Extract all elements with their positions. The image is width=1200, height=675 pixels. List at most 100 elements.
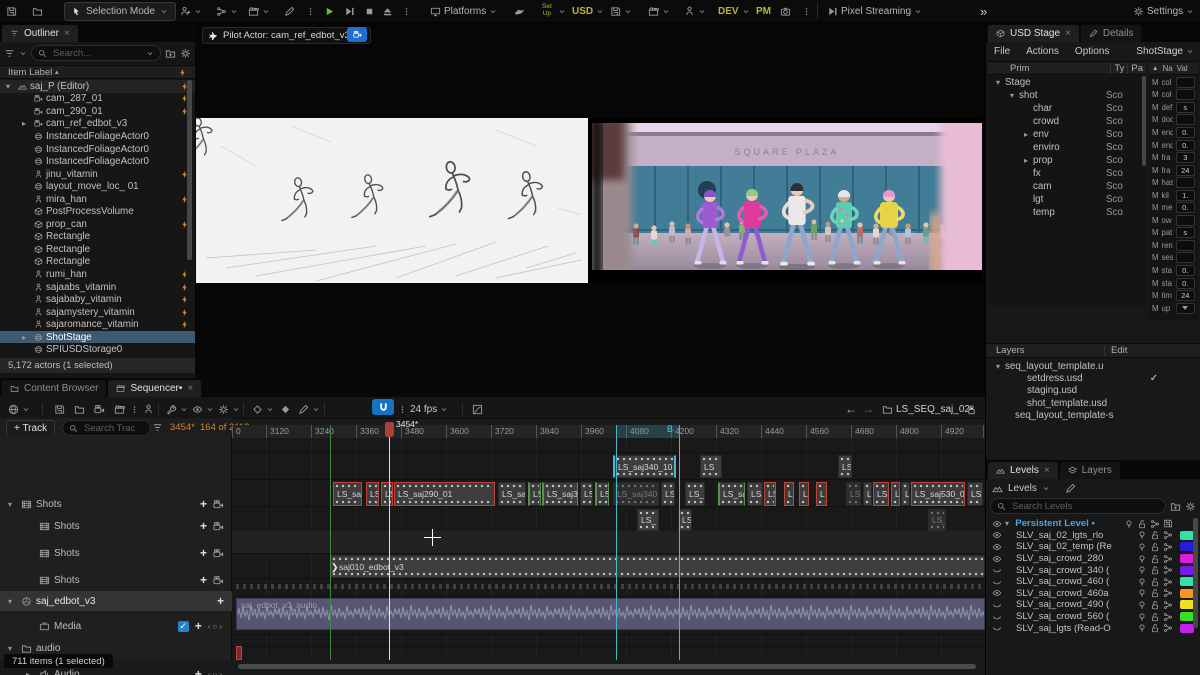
add-section-button[interactable]: + (200, 519, 207, 533)
level-color-swatch[interactable] (1180, 600, 1194, 609)
lock-icon[interactable] (1137, 519, 1147, 529)
shot-clip[interactable]: LS (700, 455, 722, 478)
metadata-value[interactable] (1176, 215, 1195, 226)
outliner-row[interactable]: Rectangle (0, 243, 195, 256)
shot-clip[interactable]: LS_ (928, 509, 946, 531)
metadata-value[interactable]: 1. (1176, 190, 1195, 201)
add-section-button[interactable]: + (217, 594, 224, 608)
track-row[interactable]: ▾ saj_edbot_v3 + ‹○› (0, 591, 232, 611)
metadata-row[interactable]: M col (1149, 89, 1198, 102)
render-movie-button[interactable] (114, 401, 125, 417)
metadata-row[interactable]: M tim 24 (1149, 289, 1198, 302)
lock-icon[interactable] (1150, 588, 1160, 598)
save-button[interactable] (6, 3, 17, 19)
edit-target-check[interactable]: ✓ (1150, 373, 1158, 384)
attr-header[interactable]: ▲ Na Val (1149, 61, 1198, 75)
close-icon[interactable]: × (1044, 465, 1050, 476)
level-row[interactable]: SLV_saj_crowd_460 ( (986, 576, 1194, 588)
visibility-eye-icon[interactable] (992, 530, 1002, 540)
playback-options-dropdown[interactable] (218, 401, 240, 417)
snap-options-icon[interactable] (398, 401, 407, 417)
outliner-row[interactable]: InstancedFoliageActor0 (0, 155, 195, 168)
prim-row[interactable]: ▸ env Sco (988, 128, 1146, 141)
outliner-row[interactable]: SPIUSDStorage0 (0, 343, 195, 356)
setup-chevron-icon[interactable] (558, 3, 566, 19)
search-options-chevron-icon[interactable] (146, 50, 154, 57)
shot-clip[interactable]: LS_saj290_01 (394, 482, 495, 506)
outliner-search-input[interactable] (51, 47, 142, 60)
outliner-search[interactable] (31, 45, 161, 61)
close-icon[interactable]: × (187, 383, 193, 394)
metadata-value[interactable] (1176, 252, 1195, 263)
tab-usd-stage[interactable]: USD Stage × (988, 25, 1079, 42)
levels-search-input[interactable] (1010, 500, 1159, 513)
metadata-row[interactable]: M pat s (1149, 227, 1198, 240)
fps-dropdown[interactable]: 24 fps (410, 401, 448, 417)
shot-tools-dropdown[interactable] (648, 3, 670, 19)
outliner-settings-icon[interactable] (180, 48, 191, 59)
outliner-row[interactable]: InstancedFoliageActor0 (0, 143, 195, 156)
outliner-row[interactable]: ▸ ShotStage (0, 331, 195, 344)
metadata-value[interactable]: s (1176, 102, 1195, 113)
toolbar-expand-chevrons[interactable]: » (980, 3, 987, 19)
add-section-button[interactable]: + (195, 619, 202, 633)
add-actor-dropdown[interactable] (180, 3, 202, 19)
shot-clip[interactable]: LS_ (661, 482, 675, 506)
keyframe-nav-icons[interactable]: ‹○› (208, 622, 224, 631)
track-row[interactable]: Media ✓ + ‹○› (0, 616, 232, 636)
outliner-row[interactable]: ▾ saj_P (Editor) (0, 80, 195, 93)
add-section-button[interactable]: + (200, 497, 207, 511)
track-row[interactable]: Shots + ‹○› (0, 543, 232, 563)
outliner-row[interactable]: mira_han (0, 193, 195, 206)
level-row[interactable]: SLV_saj_crowd_340 ( (986, 564, 1194, 576)
metadata-row[interactable]: M fra 24 (1149, 164, 1198, 177)
selection-mode-dropdown[interactable]: Selection Mode (64, 2, 176, 21)
shot-clip[interactable]: LS (846, 482, 861, 506)
level-color-swatch[interactable] (1180, 624, 1194, 633)
nav-forward-button[interactable]: → (862, 401, 874, 417)
tab-levels[interactable]: Levels × (988, 462, 1058, 479)
outliner-row[interactable]: prop_can (0, 218, 195, 231)
shot-clip[interactable]: LS (595, 482, 609, 506)
lighting-scenario-icon[interactable] (1137, 612, 1147, 622)
visibility-eye-icon[interactable] (992, 588, 1002, 598)
level-color-swatch[interactable] (1180, 577, 1194, 586)
save-tools-dropdown[interactable] (610, 3, 632, 19)
lock-icon[interactable] (1150, 542, 1160, 552)
metadata-row[interactable]: M ow (1149, 214, 1198, 227)
usd-layer-row[interactable]: seq_layout_template-s (986, 409, 1200, 421)
shot-clip[interactable]: L (863, 482, 872, 506)
tab-outliner[interactable]: Outliner × (2, 25, 78, 42)
lock-icon[interactable] (1150, 612, 1160, 622)
visibility-eye-icon[interactable] (992, 519, 1002, 529)
blueprint-icon[interactable] (1163, 588, 1173, 598)
add-track-button[interactable]: + Track (6, 420, 55, 437)
metadata-value[interactable]: 0. (1176, 140, 1195, 151)
prim-header[interactable]: Prim Ty Pa (988, 61, 1146, 75)
tab-details[interactable]: Details (1081, 25, 1142, 42)
metadata-row[interactable]: M sta 0. (1149, 277, 1198, 290)
add-section-button[interactable]: + (200, 573, 207, 587)
metadata-value[interactable]: 0. (1176, 127, 1195, 138)
levels-search[interactable] (990, 498, 1166, 514)
screenshot-button[interactable] (780, 3, 791, 19)
outliner-row[interactable]: ▸ cam_ref_edbot_v3 (0, 118, 195, 131)
metadata-value[interactable] (1176, 89, 1195, 100)
metadata-row[interactable]: M up (1149, 302, 1198, 315)
metadata-row[interactable]: M ren (1149, 239, 1198, 252)
blueprint-icon[interactable] (1163, 612, 1173, 622)
level-color-swatch[interactable] (1180, 519, 1194, 528)
capture-options-icon[interactable] (802, 3, 811, 19)
shot-clip[interactable]: LS (764, 482, 776, 506)
stop-button[interactable] (364, 3, 375, 19)
lighting-scenario-icon[interactable] (1137, 577, 1147, 587)
camera-view-button[interactable] (347, 27, 367, 42)
visibility-eye-icon[interactable] (992, 542, 1002, 552)
shot-clip[interactable]: LS (366, 482, 379, 506)
shot-clip[interactable]: LS_sa (718, 482, 745, 506)
tab-content-browser[interactable]: Content Browser (2, 380, 106, 397)
cinematics-dropdown[interactable] (248, 3, 270, 19)
timeline-ruler[interactable]: 0 3120 3240 3360 3480 3600 3720 3840 396… (232, 425, 985, 438)
blueprint-icon[interactable] (1163, 554, 1173, 564)
lighting-scenario-icon[interactable] (1124, 519, 1134, 529)
